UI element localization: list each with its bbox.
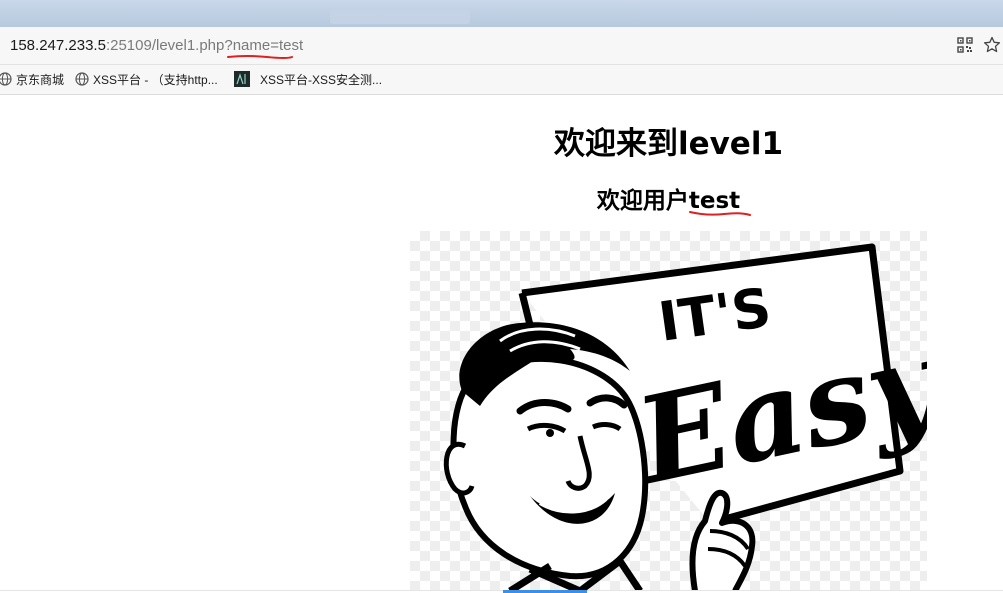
- bookmark-jd[interactable]: 京东商城: [0, 71, 64, 87]
- level-illustration: IT'S Easy: [410, 231, 927, 591]
- bookmark-label: XSS平台-XSS安全测...: [260, 72, 383, 87]
- status-divider: [0, 590, 1003, 591]
- bookmark-star-icon[interactable]: [983, 36, 1001, 54]
- welcome-message: 欢迎用户test: [0, 181, 1003, 215]
- browser-tab-strip: [0, 0, 1003, 27]
- query-underline-annotation: [227, 55, 293, 59]
- welcome-prefix: 欢迎用户: [596, 188, 689, 214]
- bookmark-label: 京东商城: [16, 72, 65, 87]
- url-path: :25109/level1.php?: [105, 37, 233, 54]
- bookmark-xss-platform[interactable]: XSS平台 - （支持http...: [75, 71, 218, 87]
- bookmark-label: XSS平台 - （支持http...: [93, 72, 218, 87]
- browser-tab[interactable]: [330, 10, 470, 24]
- bookmark-xss-security[interactable]: XSS平台-XSS安全测...: [234, 71, 382, 87]
- globe-icon: [0, 72, 12, 86]
- page-title: 欢迎来到level1: [553, 126, 784, 162]
- its-easy-cartoon: IT'S Easy: [443, 243, 927, 591]
- username-underline-annotation: [689, 211, 751, 216]
- site-icon: [234, 71, 250, 87]
- bookmarks-bar: 京东商城 XSS平台 - （支持http... XSS平台-XSS安全测...: [0, 65, 1003, 95]
- qr-code-icon[interactable]: [957, 37, 973, 53]
- url-text[interactable]: 158.247.233.5:25109/level1.php?name=test: [10, 37, 303, 54]
- url-query: name=test: [232, 37, 304, 54]
- url-host: 158.247.233.5: [10, 37, 106, 54]
- address-bar[interactable]: 158.247.233.5:25109/level1.php?name=test: [0, 27, 1003, 65]
- globe-icon: [75, 72, 89, 86]
